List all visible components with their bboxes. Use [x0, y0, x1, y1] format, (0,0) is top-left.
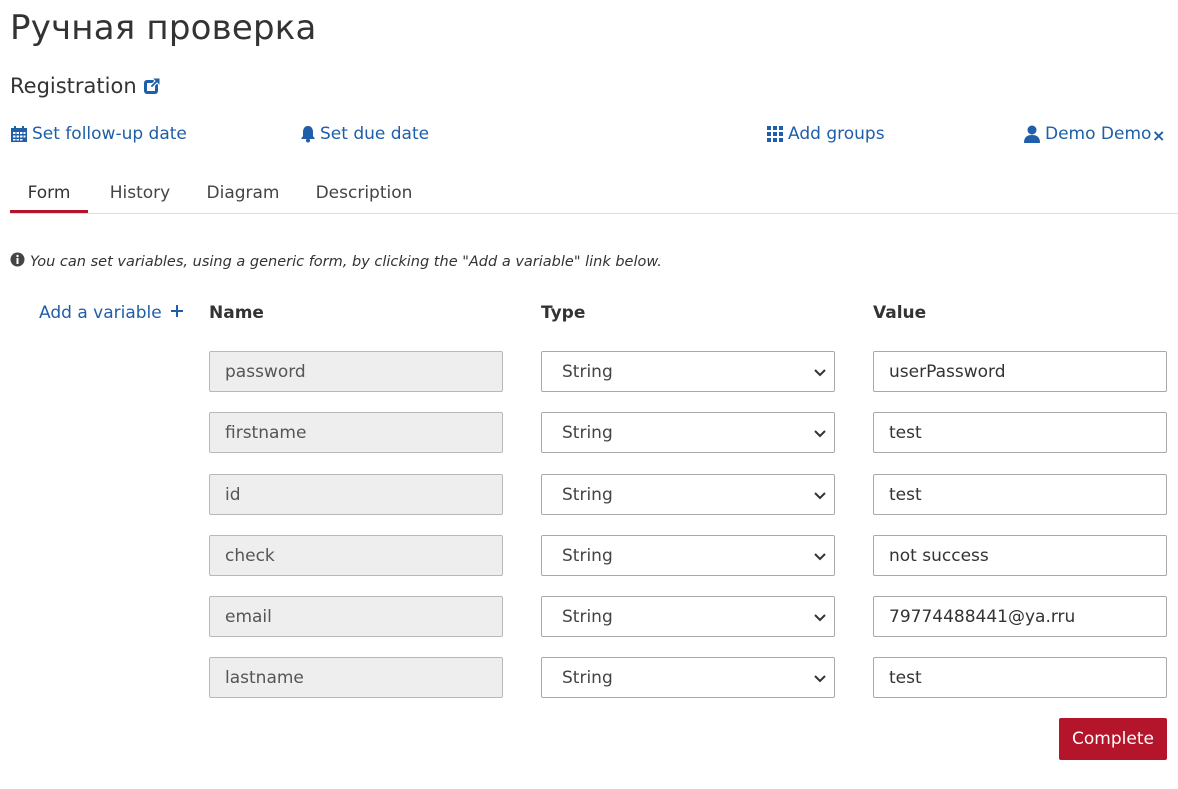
- variable-name-field: firstname: [209, 412, 503, 453]
- set-due-date-label: Set due date: [320, 124, 430, 144]
- chevron-down-icon: [814, 485, 826, 505]
- process-name-label: Registration: [10, 74, 137, 98]
- variable-name-field: id: [209, 474, 503, 515]
- add-variable-link[interactable]: Add a variable: [39, 303, 184, 323]
- task-actions: Set follow-up date Set due date Add grou…: [0, 124, 1178, 152]
- variable-type-select[interactable]: String: [541, 657, 835, 698]
- tab-description[interactable]: Description: [315, 172, 413, 212]
- complete-button[interactable]: Complete: [1059, 718, 1167, 760]
- variable-value-input[interactable]: test: [873, 412, 1167, 453]
- variable-type-value: String: [562, 422, 613, 443]
- bell-icon: [300, 125, 316, 143]
- set-due-date-link[interactable]: Set due date: [300, 124, 429, 144]
- set-follow-up-date-link[interactable]: Set follow-up date: [10, 124, 187, 144]
- variable-type-select[interactable]: String: [541, 596, 835, 637]
- add-variable-label: Add a variable: [39, 303, 162, 323]
- tab-diagram[interactable]: Diagram: [203, 172, 283, 212]
- process-name: Registration: [10, 74, 161, 98]
- variable-type-select[interactable]: String: [541, 474, 835, 515]
- page-title: Ручная проверка: [10, 8, 317, 48]
- variable-type-value: String: [562, 361, 613, 382]
- chevron-down-icon: [814, 607, 826, 627]
- chevron-down-icon: [814, 362, 826, 382]
- variable-value-input[interactable]: test: [873, 657, 1167, 698]
- info-text: You can set variables, using a generic f…: [30, 253, 662, 270]
- assignee-label: Demo Demo: [1045, 124, 1152, 144]
- variable-type-value: String: [562, 545, 613, 566]
- external-link-icon[interactable]: [143, 77, 161, 95]
- tab-history[interactable]: History: [106, 172, 174, 212]
- assignee-link[interactable]: Demo Demo: [1023, 124, 1151, 144]
- calendar-icon: [10, 125, 28, 143]
- chevron-down-icon: [814, 668, 826, 688]
- variable-type-select[interactable]: String: [541, 412, 835, 453]
- variable-type-select[interactable]: String: [541, 351, 835, 392]
- variable-name-field: email: [209, 596, 503, 637]
- user-icon: [1023, 125, 1041, 143]
- name-column-header: Name: [209, 303, 264, 323]
- info-message: You can set variables, using a generic f…: [10, 252, 662, 271]
- variable-type-value: String: [562, 667, 613, 688]
- value-column-header: Value: [873, 303, 927, 323]
- variable-name-field: lastname: [209, 657, 503, 698]
- plus-icon: [170, 303, 184, 323]
- remove-assignee-button[interactable]: ×: [1152, 126, 1165, 145]
- variable-name-field: check: [209, 535, 503, 576]
- variable-type-value: String: [562, 484, 613, 505]
- add-groups-link[interactable]: Add groups: [766, 124, 885, 144]
- set-follow-up-date-label: Set follow-up date: [32, 124, 187, 144]
- variable-value-input[interactable]: not success: [873, 535, 1167, 576]
- variable-name-field: password: [209, 351, 503, 392]
- type-column-header: Type: [541, 303, 586, 323]
- task-tabs: Form History Diagram Description: [10, 172, 1178, 214]
- grid-icon: [766, 125, 784, 143]
- tab-form[interactable]: Form: [10, 172, 88, 213]
- variable-type-select[interactable]: String: [541, 535, 835, 576]
- variable-type-value: String: [562, 606, 613, 627]
- chevron-down-icon: [814, 546, 826, 566]
- variable-value-input[interactable]: userPassword: [873, 351, 1167, 392]
- info-icon: [10, 252, 25, 271]
- chevron-down-icon: [814, 423, 826, 443]
- variable-value-input[interactable]: 79774488441@ya.rru: [873, 596, 1167, 637]
- variable-value-input[interactable]: test: [873, 474, 1167, 515]
- add-groups-label: Add groups: [788, 124, 885, 144]
